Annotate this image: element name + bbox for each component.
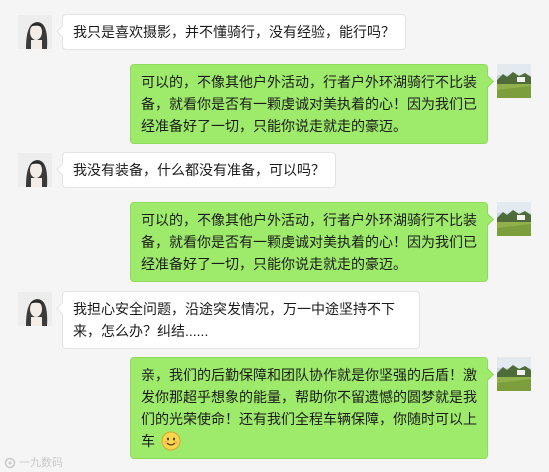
girl-portrait-avatar-icon [18, 153, 52, 187]
message-text: 我没有装备，什么都没有准备，可以吗？ [73, 162, 325, 178]
outgoing-message-bubble[interactable]: 亲，我们的后勤保障和团队协作就是你坚强的后盾！激发你那超乎想象的能量，帮助你不留… [130, 357, 488, 459]
message-text: 我只是喜欢摄影，并不懂骑行，没有经验，能行吗？ [73, 24, 395, 40]
agent-avatar[interactable] [497, 357, 531, 391]
message-text: 亲，我们的后勤保障和团队协作就是你坚强的后盾！激发你那超乎想象的能量，帮助你不留… [141, 367, 477, 449]
message-text: 可以的，不像其他户外活动，行者户外环湖骑行不比装备，就看你是否有一颗虔诚对美执着… [141, 74, 477, 134]
message-text: 可以的，不像其他户外活动，行者户外环湖骑行不比装备，就看你是否有一颗虔诚对美执着… [141, 212, 477, 272]
smile-emoji-icon [161, 431, 181, 451]
message-text: 我担心安全问题，沿途突发情况，万一中途坚持不下来，怎么办？纠结...... [73, 301, 395, 339]
agent-avatar[interactable] [497, 64, 531, 98]
outgoing-message-bubble[interactable]: 可以的，不像其他户外活动，行者户外环湖骑行不比装备，就看你是否有一颗虔诚对美执着… [130, 64, 488, 144]
watermark-text: 一九数码 [19, 457, 63, 469]
agent-avatar[interactable] [497, 202, 531, 236]
customer-avatar[interactable] [18, 15, 52, 49]
incoming-message-bubble[interactable]: 我没有装备，什么都没有准备，可以吗？ [62, 152, 336, 188]
watermark: 一九数码 [4, 456, 63, 470]
landscape-avatar-icon [497, 357, 531, 391]
incoming-message-bubble[interactable]: 我担心安全问题，沿途突发情况，万一中途坚持不下来，怎么办？纠结...... [62, 291, 420, 349]
landscape-avatar-icon [497, 202, 531, 236]
landscape-avatar-icon [497, 64, 531, 98]
customer-avatar[interactable] [18, 153, 52, 187]
girl-portrait-avatar-icon [18, 292, 52, 326]
girl-portrait-avatar-icon [18, 15, 52, 49]
customer-avatar[interactable] [18, 292, 52, 326]
outgoing-message-bubble[interactable]: 可以的，不像其他户外活动，行者户外环湖骑行不比装备，就看你是否有一颗虔诚对美执着… [130, 202, 488, 282]
watermark-logo-icon [4, 457, 16, 469]
incoming-message-bubble[interactable]: 我只是喜欢摄影，并不懂骑行，没有经验，能行吗？ [62, 14, 406, 50]
